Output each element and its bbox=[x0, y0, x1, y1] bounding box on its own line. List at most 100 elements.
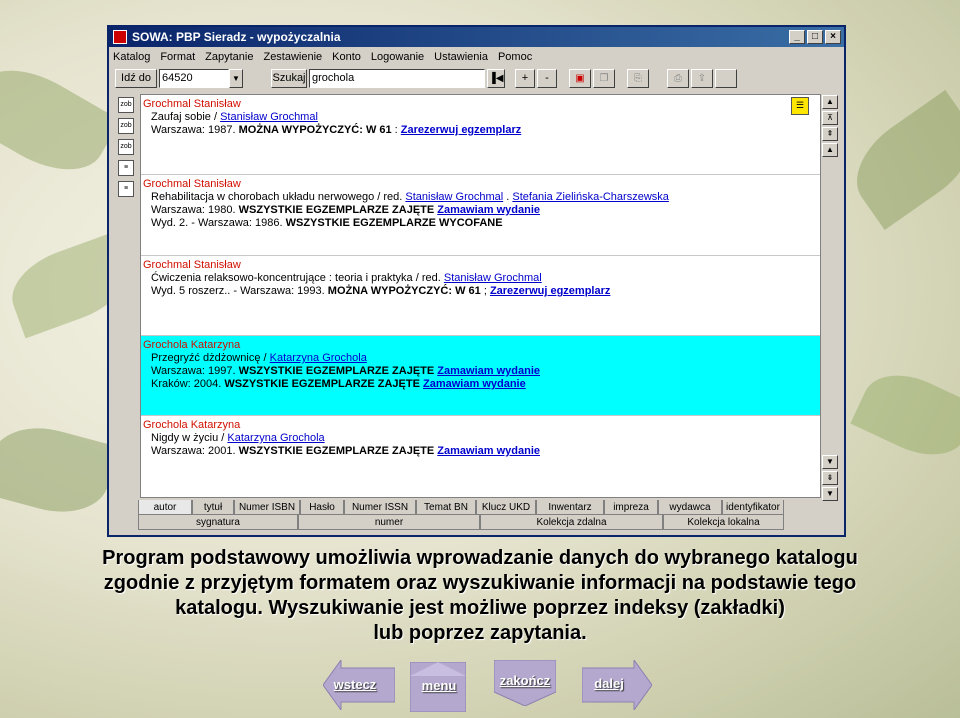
record-link[interactable]: Zamawiam wydanie bbox=[437, 445, 540, 457]
record-text: Warszawa: 2001. bbox=[151, 445, 239, 457]
plus-button[interactable]: + bbox=[515, 68, 535, 88]
record-link[interactable]: Zarezerwuj egzemplarz bbox=[490, 285, 610, 297]
scroll-next-icon[interactable]: ▼ bbox=[822, 455, 838, 469]
minimize-button[interactable]: _ bbox=[789, 30, 805, 44]
scroll-prev-page-icon[interactable]: ⇞ bbox=[822, 127, 838, 141]
record-link[interactable]: Zamawiam wydanie bbox=[423, 378, 526, 390]
caption-line: lub poprzez zapytania. bbox=[373, 622, 587, 644]
record-link[interactable]: Zamawiam wydanie bbox=[437, 204, 540, 216]
view-record-icon[interactable]: zob bbox=[118, 118, 134, 134]
record-author[interactable]: Grochmal Stanisław bbox=[143, 178, 820, 190]
record-text: Wyd. 5 roszerz.. - Warszawa: 1993. bbox=[151, 285, 328, 297]
search-input[interactable]: grochola bbox=[309, 68, 485, 88]
record-link[interactable]: Zarezerwuj egzemplarz bbox=[401, 124, 521, 136]
menu-item-2[interactable]: Zapytanie bbox=[205, 51, 253, 63]
view-record-icon[interactable]: zob bbox=[118, 139, 134, 155]
tab-9[interactable]: wydawca bbox=[658, 500, 722, 515]
minus-button[interactable]: - bbox=[537, 68, 557, 88]
menu-item-3[interactable]: Zestawienie bbox=[263, 51, 322, 63]
record-link[interactable]: Stanisław Grochmal bbox=[444, 272, 542, 284]
copy-record-icon[interactable]: ❐ bbox=[593, 68, 615, 88]
menu-item-5[interactable]: Logowanie bbox=[371, 51, 424, 63]
tab-4[interactable]: Numer ISSN bbox=[344, 500, 416, 515]
search-button[interactable]: Szukaj bbox=[271, 68, 307, 88]
blank-tool-button[interactable] bbox=[715, 68, 737, 88]
document-icon[interactable]: ≡ bbox=[118, 181, 134, 197]
tab-2[interactable]: Numer ISBN bbox=[234, 500, 300, 515]
availability-status: MOŻNA WYPOŻYCZYĆ: W 61 bbox=[327, 285, 481, 297]
goto-button[interactable]: Idź do bbox=[115, 68, 157, 88]
title-bar: SOWA: PBP Sieradz - wypożyczalnia _ □ × bbox=[109, 27, 844, 47]
scroll-up-icon[interactable]: ▲ bbox=[822, 95, 838, 109]
close-button[interactable]: × bbox=[825, 30, 841, 44]
menu-item-1[interactable]: Format bbox=[160, 51, 195, 63]
record-item[interactable]: Grochola Katarzyna Przegryźć dżdżownicę /… bbox=[141, 336, 820, 416]
scroll-first-icon[interactable]: ⊼ bbox=[822, 111, 838, 125]
record-author[interactable]: Grochmal Stanisław bbox=[143, 259, 820, 271]
window-title: SOWA: PBP Sieradz - wypożyczalnia bbox=[132, 30, 341, 44]
background-leaf bbox=[0, 50, 121, 190]
tab-1[interactable]: tytuł bbox=[192, 500, 234, 515]
scroll-prev-icon[interactable]: ▲ bbox=[822, 143, 838, 157]
menu-link[interactable]: menu bbox=[416, 678, 462, 693]
record-link[interactable]: Katarzyna Grochola bbox=[270, 352, 367, 364]
search-label: Szukaj bbox=[272, 72, 306, 84]
background-leaf bbox=[850, 360, 960, 470]
record-author[interactable]: Grochola Katarzyna bbox=[143, 419, 820, 431]
open-record-icon[interactable]: ⎘ bbox=[627, 68, 649, 88]
back-link[interactable]: wstecz bbox=[330, 677, 380, 692]
record-text: Kraków: 2004. bbox=[151, 378, 225, 390]
app-icon bbox=[113, 30, 127, 44]
tab-0[interactable]: autor bbox=[138, 500, 192, 515]
record-text: Wyd. 2. - Warszawa: 1986. bbox=[151, 217, 286, 229]
record-link[interactable]: Katarzyna Grochola bbox=[227, 432, 324, 444]
record-text: Warszawa: 1997. bbox=[151, 365, 239, 377]
menu-item-4[interactable]: Konto bbox=[332, 51, 361, 63]
record-item[interactable]: Grochola Katarzyna Nigdy w życiu / Katarz… bbox=[141, 416, 820, 497]
index-tabs-row2: sygnatura numer Kolekcja zdalna Kolekcja lo… bbox=[138, 515, 784, 530]
export-icon[interactable]: ⇪ bbox=[691, 68, 713, 88]
menu-item-0[interactable]: Katalog bbox=[113, 51, 150, 63]
scroll-down-icon[interactable]: ▼ bbox=[822, 487, 838, 501]
maximize-button[interactable]: □ bbox=[807, 30, 823, 44]
menu-item-7[interactable]: Pomoc bbox=[498, 51, 532, 63]
view-record-icon[interactable]: zob bbox=[118, 97, 134, 113]
tab-7[interactable]: Inwentarz bbox=[536, 500, 604, 515]
goto-input[interactable]: 64520 bbox=[159, 68, 229, 88]
tab-3[interactable]: Hasło bbox=[300, 500, 344, 515]
tab-10[interactable]: identyfikator bbox=[722, 500, 784, 515]
scroll-next-page-icon[interactable]: ⇟ bbox=[822, 471, 838, 485]
record-line: Nigdy w życiu / Katarzyna Grochola bbox=[143, 432, 820, 444]
tab2-0[interactable]: sygnatura bbox=[138, 515, 298, 530]
search-value: grochola bbox=[312, 72, 355, 84]
record-item[interactable]: Grochmal Stanisław Rehabilitacja w chorob… bbox=[141, 175, 820, 256]
record-line: Rehabilitacja w chorobach układu nerwowe… bbox=[143, 191, 820, 203]
print-icon[interactable]: ⎙ bbox=[667, 68, 689, 88]
tab-8[interactable]: impreza bbox=[604, 500, 658, 515]
record-author[interactable]: Grochmal Stanisław bbox=[143, 98, 820, 110]
notes-icon[interactable]: ☰ bbox=[791, 97, 809, 115]
goto-dropdown-button[interactable]: ▼ bbox=[229, 68, 243, 88]
menu-item-6[interactable]: Ustawienia bbox=[434, 51, 488, 63]
search-go-icon[interactable]: ▐◀ bbox=[487, 68, 505, 88]
tab-5[interactable]: Temat BN bbox=[416, 500, 476, 515]
record-item[interactable]: Grochmal Stanisław Zaufaj sobie / Stanisł… bbox=[141, 95, 820, 175]
caption-line: Program podstawowy umożliwia wprowadzani… bbox=[102, 547, 858, 569]
vertical-scrollbar[interactable]: ▲ ⊼ ⇞ ▲ ▼ ⇟ ▼ bbox=[821, 94, 839, 501]
record-line: Kraków: 2004. WSZYSTKIE EGZEMPLARZE ZAJĘ… bbox=[143, 378, 820, 390]
next-link[interactable]: dalej bbox=[586, 676, 632, 691]
tab2-2[interactable]: Kolekcja zdalna bbox=[480, 515, 663, 530]
availability-status: WSZYSTKIE EGZEMPLARZE ZAJĘTE bbox=[224, 378, 420, 390]
record-link[interactable]: Stefania Zielińska-Charszewska bbox=[512, 191, 669, 203]
end-link[interactable]: zakończ bbox=[494, 673, 556, 688]
record-link[interactable]: Zamawiam wydanie bbox=[437, 365, 540, 377]
record-item[interactable]: Grochmal Stanisław Ćwiczenia relaksowo-ko… bbox=[141, 256, 820, 336]
document-icon[interactable]: ≡ bbox=[118, 160, 134, 176]
tab-6[interactable]: Klucz UKD bbox=[476, 500, 536, 515]
record-link[interactable]: Stanisław Grochmal bbox=[405, 191, 503, 203]
record-author[interactable]: Grochola Katarzyna bbox=[143, 339, 820, 351]
new-record-icon[interactable]: ▣ bbox=[569, 68, 591, 88]
record-link[interactable]: Stanisław Grochmal bbox=[220, 111, 318, 123]
tab2-3[interactable]: Kolekcja lokalna bbox=[663, 515, 784, 530]
tab2-1[interactable]: numer bbox=[298, 515, 480, 530]
